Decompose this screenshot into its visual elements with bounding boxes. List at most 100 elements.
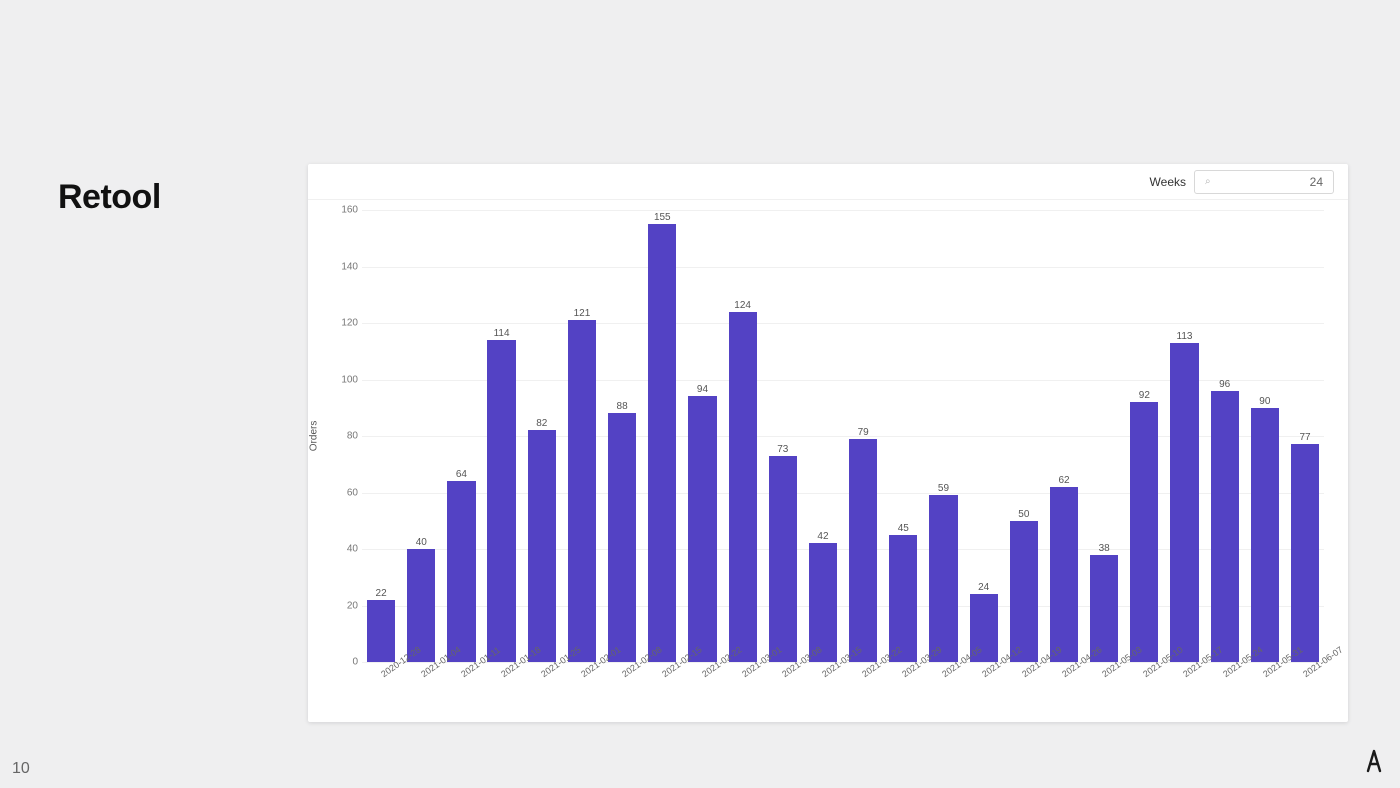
y-axis-label: Orders [309, 421, 320, 452]
x-tick: 2021-05-31 [1244, 662, 1284, 722]
bar [849, 439, 877, 662]
x-tick: 2021-03-08 [763, 662, 803, 722]
x-tick: 2021-02-01 [562, 662, 602, 722]
x-tick: 2021-05-17 [1164, 662, 1204, 722]
bar-value-label: 88 [617, 401, 628, 412]
bar-slot: 73 [764, 210, 802, 662]
bar [1291, 444, 1319, 662]
bar-slot: 155 [643, 210, 681, 662]
weeks-input-icon: ⌕ [1205, 176, 1211, 187]
bar-slot: 121 [563, 210, 601, 662]
bar [729, 312, 757, 662]
bar [1251, 408, 1279, 662]
weeks-label: Weeks [1150, 175, 1186, 189]
x-tick: 2020-12-28 [362, 662, 402, 722]
bar [568, 320, 596, 662]
bar-value-label: 155 [654, 212, 671, 223]
bar [769, 456, 797, 662]
bar [648, 224, 676, 662]
weeks-input-value: 24 [1310, 175, 1323, 189]
x-tick: 2021-03-15 [803, 662, 843, 722]
bar-slot: 96 [1206, 210, 1244, 662]
page-number: 10 [12, 760, 30, 778]
bar [1211, 391, 1239, 662]
y-tick-label: 160 [330, 205, 358, 216]
y-tick-label: 80 [330, 431, 358, 442]
x-tick: 2021-02-22 [683, 662, 723, 722]
bar-value-label: 50 [1018, 509, 1029, 520]
x-tick: 2021-03-01 [723, 662, 763, 722]
x-tick: 2021-01-04 [402, 662, 442, 722]
bar-value-label: 42 [817, 531, 828, 542]
bar-value-label: 82 [536, 418, 547, 429]
bar-slot: 42 [804, 210, 842, 662]
bar-slot: 92 [1125, 210, 1163, 662]
bar-slot: 113 [1165, 210, 1203, 662]
bar-slot: 94 [683, 210, 721, 662]
weeks-input[interactable]: ⌕ 24 [1194, 170, 1334, 194]
bar-value-label: 40 [416, 537, 427, 548]
x-tick: 2021-01-25 [522, 662, 562, 722]
bar-slot: 50 [1005, 210, 1043, 662]
bar-value-label: 96 [1219, 379, 1230, 390]
x-tick: 2021-02-15 [643, 662, 683, 722]
x-tick: 2021-03-22 [843, 662, 883, 722]
chart-plot: 0204060801001201401602240641148212188155… [362, 210, 1324, 662]
bar-value-label: 38 [1099, 543, 1110, 554]
bar-slot: 90 [1246, 210, 1284, 662]
bar-value-label: 114 [494, 328, 510, 339]
x-tick: 2021-04-19 [1003, 662, 1043, 722]
bar-slot: 88 [603, 210, 641, 662]
bar-slot: 77 [1286, 210, 1324, 662]
y-tick-label: 140 [330, 261, 358, 272]
x-tick: 2021-06-07 [1284, 662, 1324, 722]
bar [1130, 402, 1158, 662]
y-tick-label: 60 [330, 487, 358, 498]
bars-container: 22 40 64 114 82 121 88 155 94 124 73 42 79 45 59 24 50 62… [362, 210, 1324, 662]
bar-slot: 45 [884, 210, 922, 662]
bar-slot: 82 [523, 210, 561, 662]
bar-value-label: 92 [1139, 390, 1150, 401]
bar [407, 549, 435, 662]
bar-value-label: 77 [1299, 432, 1310, 443]
bar-slot: 40 [402, 210, 440, 662]
bar-value-label: 94 [697, 384, 708, 395]
bar-slot: 64 [442, 210, 480, 662]
bar [1010, 521, 1038, 662]
y-tick-label: 120 [330, 318, 358, 329]
bar [1170, 343, 1198, 662]
bar [367, 600, 395, 662]
bar [889, 535, 917, 662]
y-tick-label: 40 [330, 544, 358, 555]
y-tick-label: 0 [330, 657, 358, 668]
bar-slot: 59 [924, 210, 962, 662]
bar [809, 543, 837, 662]
bar [608, 413, 636, 662]
bar-slot: 114 [483, 210, 521, 662]
chart-card: Weeks ⌕ 24 Orders 0204060801001201401602… [308, 164, 1348, 722]
page-title: Retool [58, 178, 161, 217]
bar-value-label: 24 [978, 582, 989, 593]
bar-slot: 79 [844, 210, 882, 662]
bar-value-label: 22 [376, 588, 387, 599]
card-header: Weeks ⌕ 24 [308, 164, 1348, 200]
bar-slot: 24 [965, 210, 1003, 662]
x-tick: 2021-01-18 [482, 662, 522, 722]
bar [487, 340, 515, 662]
bar-value-label: 79 [858, 427, 869, 438]
x-tick: 2021-05-10 [1123, 662, 1163, 722]
bar-value-label: 59 [938, 483, 949, 494]
y-tick-label: 100 [330, 374, 358, 385]
bar [447, 481, 475, 662]
bar-slot: 38 [1085, 210, 1123, 662]
bar-value-label: 113 [1177, 331, 1193, 342]
bar-slot: 62 [1045, 210, 1083, 662]
x-tick: 2021-04-26 [1043, 662, 1083, 722]
bar-value-label: 62 [1058, 475, 1069, 486]
bar [688, 396, 716, 662]
bar-value-label: 124 [734, 300, 751, 311]
bar-value-label: 73 [777, 444, 788, 455]
chart-body: Orders 020406080100120140160224064114821… [308, 200, 1348, 722]
x-tick: 2021-04-05 [923, 662, 963, 722]
bar-slot: 124 [724, 210, 762, 662]
